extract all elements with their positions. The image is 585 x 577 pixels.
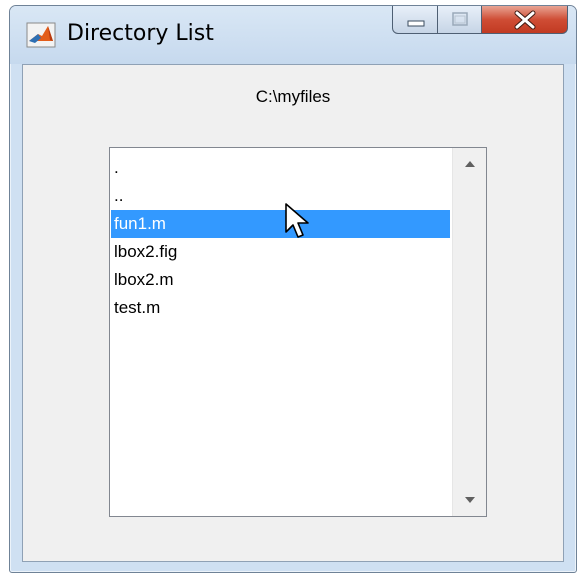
window-controls [392,6,568,34]
list-item[interactable]: .. [111,182,450,210]
maximize-icon [452,12,468,26]
directory-path-label: C:\myfiles [255,87,331,106]
scroll-up-button[interactable] [453,148,486,178]
window-title: Directory List [67,21,214,46]
list-item[interactable]: lbox2.fig [111,238,450,266]
scroll-down-button[interactable] [453,486,486,516]
minimize-button[interactable] [392,6,438,34]
file-list: . .. fun1.m lbox2.fig lbox2.m test.m [111,154,450,322]
vertical-scrollbar[interactable] [452,148,486,516]
file-listbox[interactable]: . .. fun1.m lbox2.fig lbox2.m test.m [109,147,487,517]
matlab-icon[interactable] [26,22,56,48]
scroll-down-arrow-icon [465,497,475,503]
scroll-up-arrow-icon [465,161,475,167]
maximize-button[interactable] [438,6,482,34]
list-item[interactable]: lbox2.m [111,266,450,294]
close-button[interactable] [482,6,568,34]
close-icon [514,10,536,30]
figure-client-area: C:\myfiles . .. fun1.m lbox2.fig lbox2.m… [22,64,564,562]
list-item[interactable]: test.m [111,294,450,322]
title-bar[interactable]: Directory List [10,6,576,64]
minimize-icon [407,20,425,27]
directory-list-window: Directory List C:\myfiles . .. fun1.m lb… [9,5,577,573]
list-item-selected[interactable]: fun1.m [111,210,450,238]
list-item[interactable]: . [111,154,450,182]
